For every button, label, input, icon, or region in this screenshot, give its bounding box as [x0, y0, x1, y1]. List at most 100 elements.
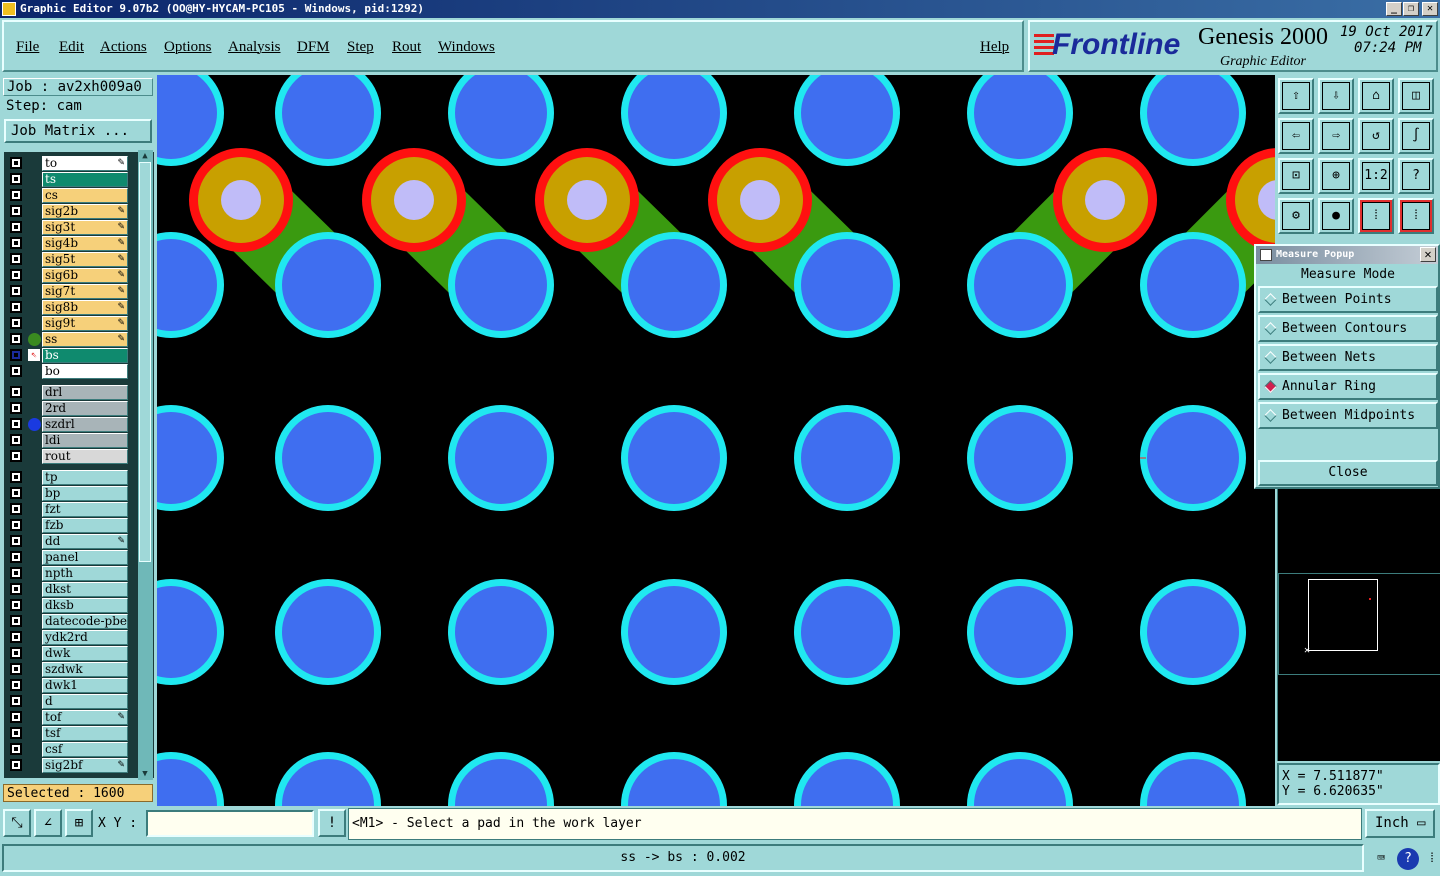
layer-row[interactable]: ts [8, 172, 128, 187]
layer-name[interactable]: ldi [42, 433, 128, 448]
layer-name[interactable]: dd ✎ [42, 534, 128, 549]
xy-input[interactable] [146, 810, 314, 837]
layer-scrollbar[interactable]: ▲ ▼ [138, 150, 153, 780]
layer-row[interactable]: ldi [8, 433, 128, 448]
layer-checkbox[interactable] [10, 450, 22, 462]
layer-name[interactable]: bs [42, 348, 128, 363]
layer-checkbox[interactable] [10, 759, 22, 771]
layer-checkbox[interactable] [10, 551, 22, 563]
layer-name[interactable]: to ✎ [42, 156, 128, 171]
layer-row[interactable]: ss ✎ [8, 332, 128, 347]
layer-name[interactable]: npth [42, 566, 128, 581]
layer-name[interactable]: dksb [42, 598, 128, 613]
layer-name[interactable]: datecode-pbe [42, 614, 128, 629]
layer-name[interactable]: sig6b ✎ [42, 268, 128, 283]
layer-checkbox[interactable] [10, 253, 22, 265]
layer-checkbox[interactable] [10, 695, 22, 707]
layer-row[interactable]: szdwk [8, 662, 128, 677]
layer-checkbox[interactable] [10, 402, 22, 414]
pad[interactable] [801, 239, 893, 331]
overview-map[interactable]: ✕ [1277, 489, 1440, 761]
layer-name[interactable]: tp [42, 470, 128, 485]
layer-name[interactable]: ydk2rd [42, 630, 128, 645]
overview-view-box[interactable] [1308, 579, 1378, 651]
layer-row[interactable]: dwk1 [8, 678, 128, 693]
layer-row[interactable]: npth [8, 566, 128, 581]
layer-name[interactable]: ts [42, 172, 128, 187]
pad[interactable] [801, 586, 893, 678]
menu-step[interactable]: Step [347, 39, 374, 56]
snap-mode-icon[interactable]: ⤡ [3, 809, 31, 837]
layer-name[interactable]: drl [42, 385, 128, 400]
split-view-icon[interactable]: ◫ [1398, 78, 1434, 114]
pad[interactable] [282, 239, 374, 331]
layer-checkbox[interactable] [10, 173, 22, 185]
layer-name[interactable]: sig2b ✎ [42, 204, 128, 219]
layer-row[interactable]: sig7t ✎ [8, 284, 128, 299]
ss-pad-center[interactable] [394, 180, 434, 220]
layer-row[interactable]: sig2b ✎ [8, 204, 128, 219]
zoom-fit-icon[interactable]: ⊡ [1278, 158, 1314, 194]
graphic-canvas[interactable] [157, 75, 1275, 806]
layer-checkbox[interactable] [10, 599, 22, 611]
ss-pad-center[interactable] [567, 180, 607, 220]
menu-help[interactable]: Help [980, 39, 1009, 56]
pan-right-icon[interactable]: ⇨ [1318, 118, 1354, 154]
layer-row[interactable]: dksb [8, 598, 128, 613]
layer-name[interactable]: rout [42, 449, 128, 464]
layer-row[interactable]: sig6b ✎ [8, 268, 128, 283]
more-icon[interactable]: ⁞ [1421, 848, 1440, 870]
menu-rout[interactable]: Rout [392, 39, 421, 56]
pad[interactable] [455, 239, 547, 331]
help-icon[interactable]: ? [1397, 848, 1419, 870]
layer-row[interactable]: szdrl [8, 417, 128, 432]
layer-row[interactable]: cs [8, 188, 128, 203]
layer-checkbox[interactable] [10, 269, 22, 281]
layer-name[interactable]: 2rd [42, 401, 128, 416]
layer-name[interactable]: sig8b ✎ [42, 300, 128, 315]
layer-checkbox[interactable] [10, 535, 22, 547]
layer-name[interactable]: dwk [42, 646, 128, 661]
layer-name[interactable]: bo [42, 364, 128, 379]
menu-windows[interactable]: Windows [438, 39, 495, 56]
menu-file[interactable]: File [16, 39, 39, 56]
layer-row[interactable]: ydk2rd [8, 630, 128, 645]
layer-row[interactable]: fzb [8, 518, 128, 533]
popup-close-icon[interactable]: ✕ [1420, 247, 1436, 262]
grid-icon[interactable]: ⊞ [65, 809, 93, 837]
layer-name[interactable]: sig3t ✎ [42, 220, 128, 235]
pad[interactable] [282, 412, 374, 504]
measure-angle-icon[interactable]: ∠ [34, 809, 62, 837]
scroll-up-icon[interactable]: ▲ [139, 150, 151, 162]
layer-row[interactable]: fzt [8, 502, 128, 517]
layer-name[interactable]: sig4b ✎ [42, 236, 128, 251]
pcb-drawing[interactable] [157, 75, 1275, 806]
layer-name[interactable]: sig9t ✎ [42, 316, 128, 331]
layer-name[interactable]: tsf [42, 726, 128, 741]
layer-name[interactable]: szdwk [42, 662, 128, 677]
layer-checkbox[interactable] [10, 631, 22, 643]
pad[interactable] [1147, 412, 1239, 504]
pad[interactable] [801, 412, 893, 504]
layer-checkbox[interactable] [10, 615, 22, 627]
net-compare-icon[interactable]: ⁞ [1398, 198, 1434, 234]
layer-row[interactable]: tsf [8, 726, 128, 741]
layer-name[interactable]: fzb [42, 518, 128, 533]
measure-option[interactable]: Between Contours [1258, 315, 1438, 342]
menu-options[interactable]: Options [164, 39, 212, 56]
layer-checkbox[interactable] [10, 583, 22, 595]
zoom-previous-icon[interactable]: ↺ [1358, 118, 1394, 154]
layer-name[interactable]: d [42, 694, 128, 709]
layer-checkbox[interactable] [10, 647, 22, 659]
layer-name[interactable]: sig2bf ✎ [42, 758, 128, 773]
pad[interactable] [974, 586, 1066, 678]
layer-row[interactable]: panel [8, 550, 128, 565]
pad[interactable] [1147, 586, 1239, 678]
layer-row[interactable]: dd ✎ [8, 534, 128, 549]
layer-name[interactable]: cs [42, 188, 128, 203]
ss-pad-center[interactable] [740, 180, 780, 220]
layer-row[interactable]: sig9t ✎ [8, 316, 128, 331]
layer-row[interactable]: sig2bf ✎ [8, 758, 128, 773]
layer-checkbox[interactable] [10, 157, 22, 169]
menu-dfm[interactable]: DFM [297, 39, 330, 56]
